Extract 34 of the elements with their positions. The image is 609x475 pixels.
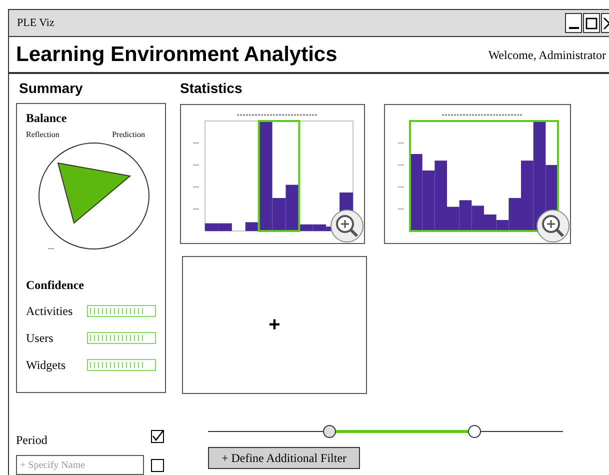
confidence-title: Confidence xyxy=(26,277,85,294)
maximize-icon xyxy=(585,16,598,30)
zoom-in-icon[interactable] xyxy=(536,209,570,243)
app-title: Learning Environment Analytics xyxy=(16,42,338,68)
radar-label: ... xyxy=(48,241,54,253)
slider-thumb[interactable] xyxy=(468,425,482,438)
checkbox[interactable] xyxy=(151,458,164,472)
window-title: PLE Viz xyxy=(17,16,54,31)
selection-rectangle[interactable] xyxy=(257,120,300,232)
welcome-text: Welcome, Administrator xyxy=(488,46,606,64)
checkbox[interactable] xyxy=(151,430,164,442)
slider-thumb[interactable] xyxy=(322,425,336,438)
axis-ticks xyxy=(192,142,199,210)
radar-label: Prediction xyxy=(112,129,145,141)
period-label: Period xyxy=(16,432,48,449)
confidence-label: Activities xyxy=(26,303,73,320)
define-filter-button[interactable]: + Define Additional Filter xyxy=(208,447,360,469)
histogram-bar xyxy=(422,170,434,231)
radar-label: Reflection xyxy=(26,129,60,141)
name-field[interactable]: + Specify Name xyxy=(16,455,144,475)
maximize-button[interactable] xyxy=(583,13,600,33)
balance-title: Balance xyxy=(26,110,68,127)
minimize-icon xyxy=(568,27,578,29)
confidence-label: Widgets xyxy=(26,357,66,374)
axis-ticks xyxy=(397,142,404,210)
histogram-bar xyxy=(458,200,472,231)
minimize-button[interactable] xyxy=(565,13,582,33)
range-slider[interactable] xyxy=(208,424,563,440)
statistics-heading: Statistics xyxy=(180,79,244,98)
selection-rectangle[interactable] xyxy=(408,120,558,232)
summary-heading: Summary xyxy=(18,79,84,98)
zoom-in-icon[interactable] xyxy=(330,209,364,243)
add-chart-panel[interactable]: + xyxy=(182,256,367,394)
confidence-label: Users xyxy=(26,330,54,347)
